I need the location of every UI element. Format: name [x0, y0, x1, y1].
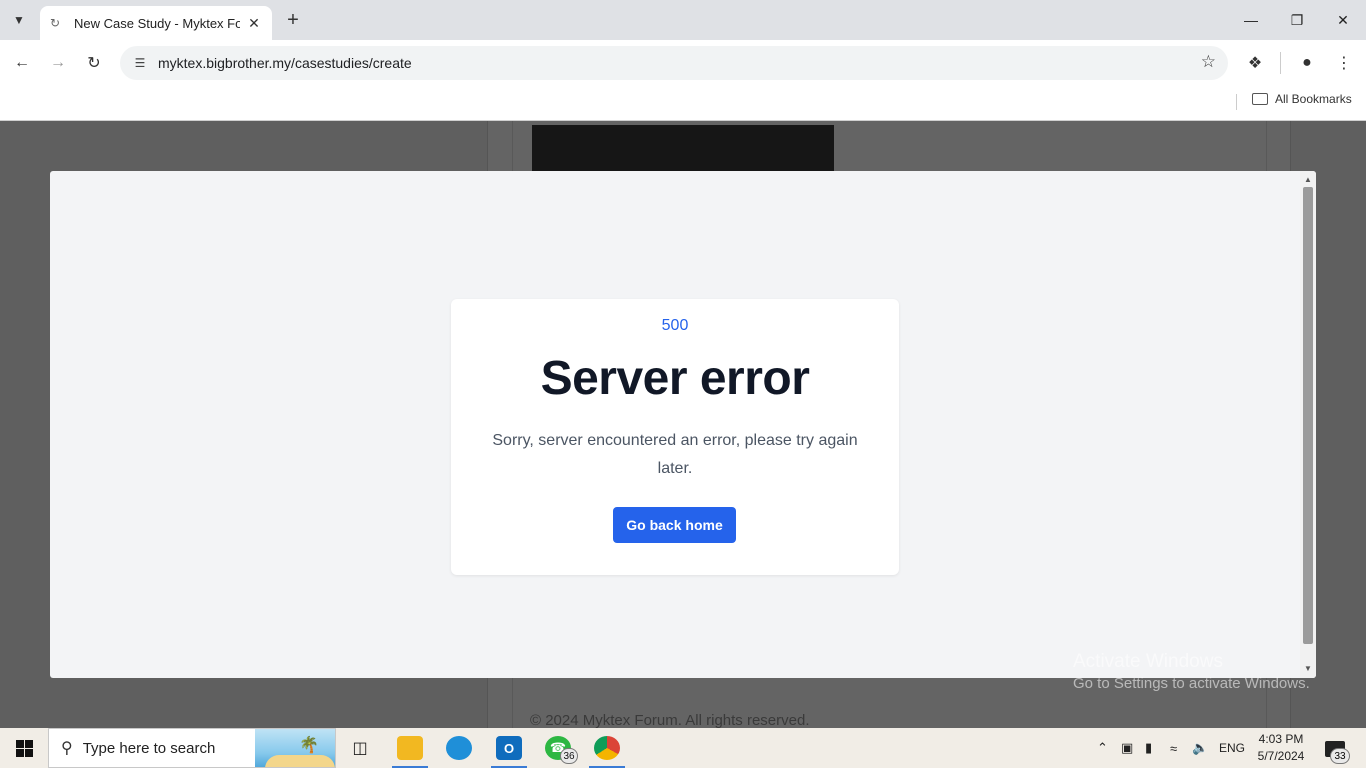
scroll-up-arrow-icon[interactable]: ▲	[1303, 175, 1313, 185]
minimize-icon[interactable]: —	[1228, 0, 1274, 40]
scroll-thumb[interactable]	[1303, 187, 1313, 644]
browser-menu-icon[interactable]: ⋮	[1331, 50, 1357, 76]
error-message: Sorry, server encountered an error, plea…	[492, 432, 858, 477]
file-explorer-icon	[397, 736, 423, 760]
clock-date: 5/7/2024	[1257, 749, 1305, 763]
tab-search-chevron-icon[interactable]: ▼	[6, 8, 32, 32]
whatsapp-badge: 36	[560, 748, 578, 764]
all-bookmarks-label: All Bookmarks	[1275, 92, 1352, 106]
address-bar[interactable]: ☰ myktex.bigbrother.my/casestudies/creat…	[120, 46, 1228, 80]
chrome-icon	[594, 736, 620, 760]
palm-tree-icon: 🌴	[299, 737, 319, 754]
back-arrow-icon[interactable]: ←	[9, 50, 35, 76]
meet-now-icon[interactable]: ▣	[1121, 728, 1133, 768]
task-view-button[interactable]: ◫	[336, 728, 384, 768]
bookmarks-bar: All Bookmarks	[0, 86, 1366, 121]
task-view-icon: ◫	[352, 740, 368, 757]
taskbar: ⚲ Type here to search 🌴 ◫ O ☎ 36 ⌃ ▣ ▮ ≈…	[0, 728, 1366, 768]
wifi-icon[interactable]: ≈	[1170, 728, 1177, 768]
profile-avatar-icon[interactable]: ●	[1294, 50, 1320, 76]
volume-icon[interactable]: 🔈	[1192, 728, 1208, 768]
file-explorer-button[interactable]	[386, 728, 434, 768]
browser-tab-active[interactable]: ↻ New Case Study - Myktex Forum ✕	[40, 6, 272, 40]
page-footer: © 2024 Myktex Forum. All rights reserved…	[530, 712, 810, 729]
edge-icon	[446, 736, 472, 760]
activate-windows-watermark: Activate Windows Go to Settings to activ…	[1073, 651, 1310, 692]
error-heading: Server error	[540, 352, 810, 405]
bookmarks-divider	[1236, 94, 1237, 110]
extensions-puzzle-icon[interactable]: ❖	[1242, 50, 1268, 76]
start-button[interactable]	[0, 728, 48, 768]
error-card: 500 Server error Sorry, server encounter…	[451, 299, 899, 575]
search-icon: ⚲	[61, 740, 73, 757]
activate-windows-title: Activate Windows	[1073, 651, 1223, 672]
language-indicator[interactable]: ENG	[1219, 728, 1245, 768]
bookmark-star-icon[interactable]: ☆	[1201, 52, 1216, 72]
search-highlight-beach-icon: 🌴	[255, 729, 335, 767]
search-placeholder: Type here to search	[82, 739, 216, 757]
whatsapp-button[interactable]: ☎ 36	[534, 728, 582, 768]
beach-sand	[265, 755, 335, 767]
action-center-button[interactable]: 33	[1320, 736, 1350, 764]
activate-windows-subtitle: Go to Settings to activate Windows.	[1073, 675, 1310, 692]
edge-button[interactable]	[435, 728, 483, 768]
window-close-icon[interactable]: ✕	[1320, 0, 1366, 40]
go-back-home-button[interactable]: Go back home	[613, 507, 736, 543]
error-modal: 500 Server error Sorry, server encounter…	[50, 171, 1316, 678]
forward-arrow-icon[interactable]: →	[45, 50, 71, 76]
outlook-icon: O	[496, 736, 522, 760]
site-settings-icon[interactable]: ☰	[130, 56, 150, 70]
system-clock[interactable]: 4:03 PM 5/7/2024	[1256, 731, 1306, 765]
battery-icon[interactable]: ▮	[1145, 728, 1152, 768]
show-hidden-icons-chevron-icon[interactable]: ⌃	[1097, 728, 1108, 768]
tab-favicon-icon: ↻	[50, 16, 61, 30]
header-image-block	[532, 125, 834, 175]
modal-scrollbar[interactable]: ▲ ▼	[1300, 171, 1316, 678]
new-tab-plus-icon[interactable]: +	[282, 8, 304, 32]
restore-icon[interactable]: ❐	[1274, 0, 1320, 40]
reload-icon[interactable]: ↻	[81, 50, 107, 76]
folder-icon	[1252, 93, 1268, 105]
url-text[interactable]: myktex.bigbrother.my/casestudies/create	[158, 55, 412, 71]
chrome-button[interactable]	[583, 728, 631, 768]
taskbar-search-box[interactable]: ⚲ Type here to search 🌴	[48, 728, 336, 768]
outlook-button[interactable]: O	[485, 728, 533, 768]
notification-count: 33	[1330, 748, 1350, 764]
clock-time: 4:03 PM	[1258, 732, 1304, 746]
error-code: 500	[661, 317, 689, 334]
all-bookmarks-button[interactable]: All Bookmarks	[1252, 92, 1352, 106]
tab-title: New Case Study - Myktex Forum	[74, 15, 240, 31]
browser-toolbar: ← → ↻ ☰ myktex.bigbrother.my/casestudies…	[0, 40, 1366, 86]
toolbar-divider	[1280, 52, 1281, 74]
tab-close-icon[interactable]: ✕	[246, 15, 262, 32]
windows-logo-icon	[15, 739, 33, 757]
tab-strip: ▼ ↻ New Case Study - Myktex Forum ✕ + — …	[0, 0, 1366, 40]
